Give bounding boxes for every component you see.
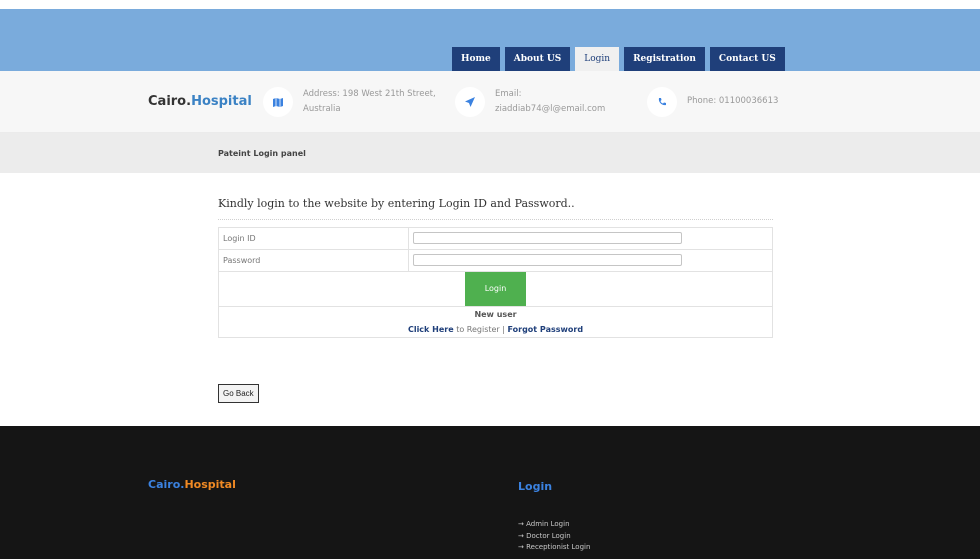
login-instructions: Kindly login to the website by entering … — [218, 197, 773, 220]
new-user-label: New user — [474, 310, 517, 319]
to-register-text: to Register | — [453, 325, 508, 334]
password-label: Password — [218, 249, 409, 272]
receptionist-login-link[interactable]: → Receptionist Login — [518, 542, 590, 554]
nav-registration[interactable]: Registration — [624, 47, 705, 71]
phone-icon — [647, 87, 677, 117]
site-logo[interactable]: Cairo.Hospital — [148, 94, 252, 109]
brand-part1: Cairo. — [148, 94, 192, 109]
footer-login-links: → Admin Login → Doctor Login → Reception… — [518, 519, 590, 554]
doctor-login-link[interactable]: → Doctor Login — [518, 531, 590, 543]
footer-brand-part1: Cairo. — [148, 478, 185, 491]
login-button[interactable]: Login — [465, 272, 526, 306]
email-info: Email: ziaddiab74@l@email.com — [455, 87, 605, 117]
login-form: Login ID Password Login New user Click H… — [218, 227, 773, 338]
phone-number[interactable]: Phone: 01100036613 — [687, 94, 778, 109]
info-bar: Cairo.Hospital Address: 198 West 21th St… — [0, 71, 980, 133]
go-back-button[interactable]: Go Back — [218, 384, 259, 403]
address-info: Address: 198 West 21th Street, Australia — [263, 87, 436, 117]
panel-title: Pateint Login panel — [218, 149, 306, 158]
main-nav: Home About US Login Registration Contact… — [452, 47, 790, 71]
map-icon — [263, 87, 293, 117]
address-line2: Australia — [303, 104, 341, 114]
footer: Cairo.Hospital Login → Admin Login → Doc… — [0, 426, 980, 559]
email-label: Email: — [495, 89, 522, 99]
forgot-password-link[interactable]: Forgot Password — [508, 325, 584, 334]
register-links: Click Here to Register | Forgot Password — [223, 322, 768, 337]
brand-part2: Hospital — [191, 94, 252, 109]
password-input[interactable] — [413, 254, 682, 267]
phone-info: Phone: 01100036613 — [647, 87, 778, 117]
paper-plane-icon — [455, 87, 485, 117]
address-line1: Address: 198 West 21th Street, — [303, 89, 436, 99]
nav-login[interactable]: Login — [575, 47, 620, 71]
click-here-link[interactable]: Click Here — [408, 325, 454, 334]
login-id-row: Login ID — [218, 227, 773, 250]
footer-login-heading: Login — [518, 480, 553, 493]
nav-home[interactable]: Home — [452, 47, 500, 71]
email-address[interactable]: ziaddiab74@l@email.com — [495, 102, 605, 117]
footer-brand[interactable]: Cairo.Hospital — [148, 478, 236, 491]
nav-contact-us[interactable]: Contact US — [709, 47, 785, 71]
footer-brand-part2: Hospital — [184, 478, 236, 491]
admin-login-link[interactable]: → Admin Login — [518, 519, 590, 531]
password-row: Password — [218, 249, 773, 272]
login-id-input[interactable] — [413, 232, 682, 245]
login-id-label: Login ID — [218, 227, 409, 250]
top-strip — [0, 0, 980, 9]
panel-bar: Pateint Login panel — [0, 133, 980, 173]
nav-about-us[interactable]: About US — [504, 47, 571, 71]
